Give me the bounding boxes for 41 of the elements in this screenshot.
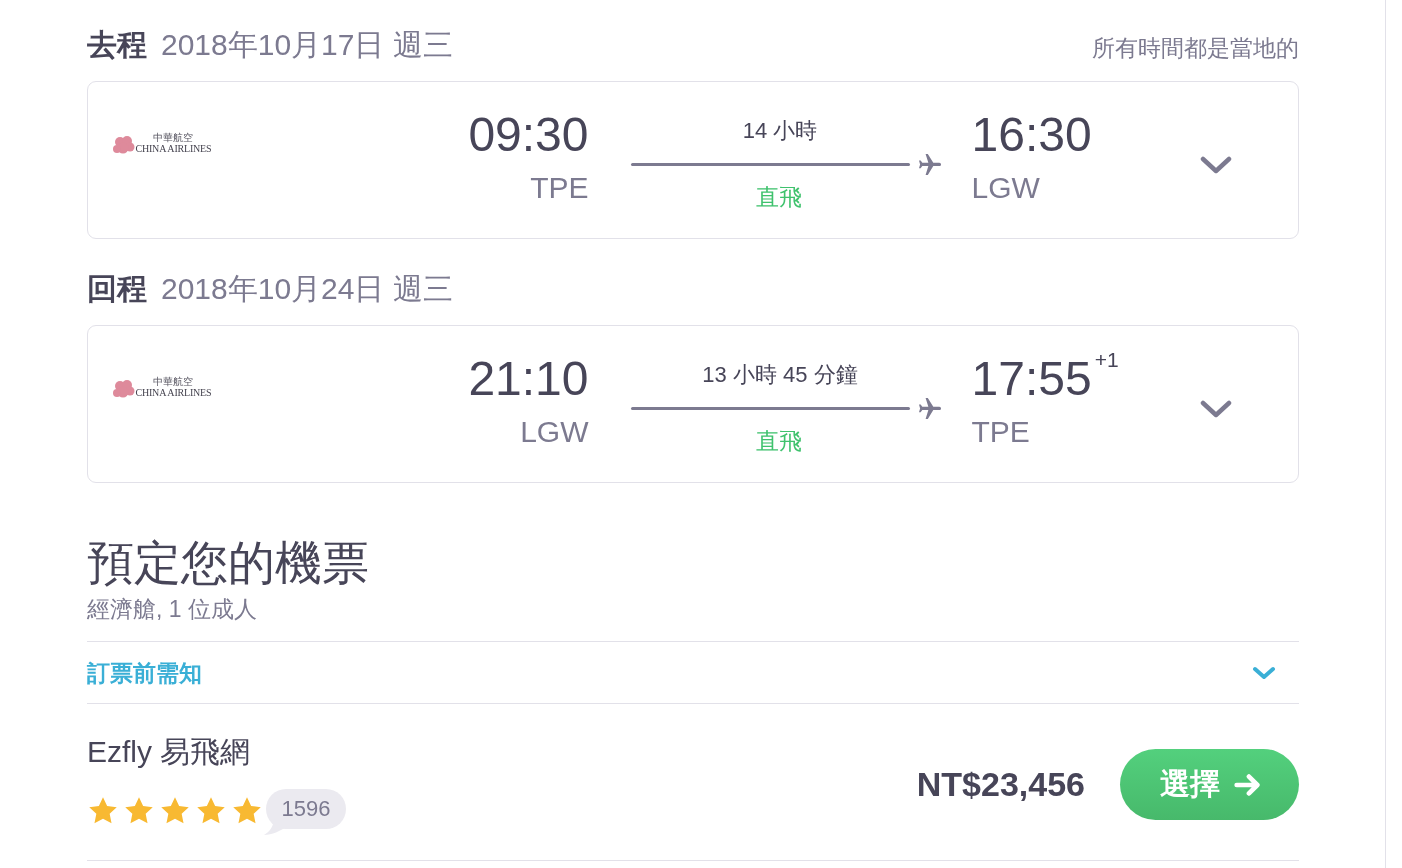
star-icon [233, 797, 261, 824]
timezone-note: 所有時間都是當地的 [1092, 34, 1299, 63]
airline-logo-text: 中華航空 [153, 376, 194, 387]
airline-logo-text: 中華航空 [153, 132, 194, 143]
flight-duration: 14 小時 [742, 116, 818, 145]
flight-duration: 13 小時 45 分鐘 [702, 360, 858, 389]
departure-airport: TPE [530, 169, 589, 206]
airplane-icon [917, 397, 942, 420]
arrival-airport: TPE [971, 413, 1030, 450]
airplane-icon [917, 153, 942, 176]
nonstop-label: 直飛 [756, 182, 802, 211]
leg-label: 去程 [87, 27, 147, 63]
departure-airport: LGW [520, 413, 589, 450]
flower-icon [112, 136, 135, 154]
leg-date: 2018年10月24日 週三 [161, 271, 453, 307]
flower-icon [112, 380, 135, 398]
star-icon [125, 797, 153, 824]
chevron-icon[interactable] [1199, 400, 1232, 418]
booking-notice-toggle[interactable]: 訂票前需知 [87, 641, 1299, 704]
departure-time: 09:30 [468, 108, 589, 161]
star-icon [161, 797, 189, 824]
chevron-icon[interactable] [1199, 156, 1232, 174]
leg-date: 2018年10月17日 週三 [161, 27, 453, 63]
star-icon [197, 797, 225, 824]
provider-name: Ezfly 易飛網 [87, 734, 251, 770]
arrival-time: 17:55 [971, 352, 1092, 405]
nonstop-label: 直飛 [756, 426, 802, 455]
booking-subtitle: 經濟艙, 1 位成人 [87, 595, 257, 624]
arrival-airport: LGW [971, 169, 1040, 206]
day-offset: +1 [1094, 348, 1119, 371]
arrival-time: 16:30 [971, 108, 1092, 161]
booking-title: 預定您的機票 [87, 535, 369, 591]
star-icon [89, 797, 117, 824]
select-button[interactable]: 選擇 [1120, 749, 1299, 820]
review-count: 1596 [262, 789, 346, 835]
price: NT$23,456 [916, 765, 1085, 804]
airline-logo-text: CHINA AIRLINES [135, 387, 212, 399]
departure-time: 21:10 [468, 352, 589, 405]
leg-label: 回程 [87, 271, 147, 307]
arrow-right-icon [1233, 773, 1260, 796]
airline-logo-text: CHINA AIRLINES [135, 143, 212, 155]
